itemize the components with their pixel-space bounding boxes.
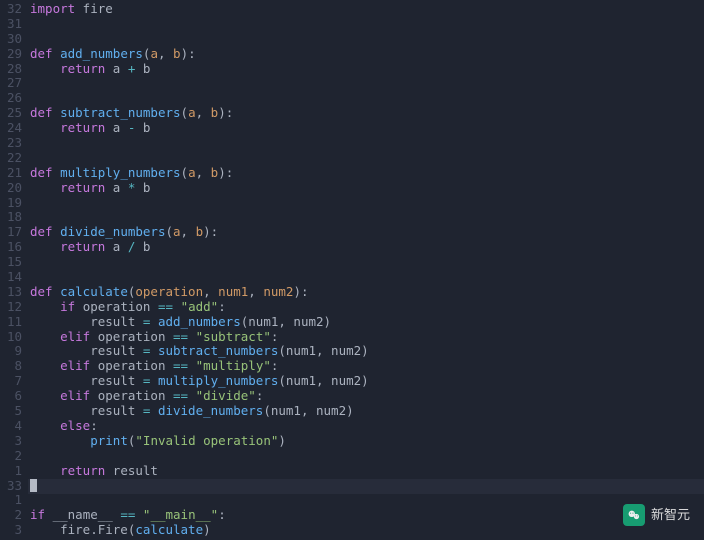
code-line[interactable] [30,210,704,225]
line-number: 19 [0,196,28,211]
watermark-label: 新智元 [651,508,690,523]
code-editor[interactable]: 3231302928272625242322212019181716151413… [0,0,704,540]
code-line[interactable]: return a * b [30,181,704,196]
code-line[interactable] [30,493,704,508]
code-line[interactable] [30,76,704,91]
code-line[interactable] [30,17,704,32]
code-line[interactable]: def calculate(operation, num1, num2): [30,285,704,300]
line-number: 6 [0,389,28,404]
line-number: 1 [0,493,28,508]
line-number: 23 [0,136,28,151]
line-number: 29 [0,47,28,62]
code-line[interactable] [30,270,704,285]
code-line[interactable]: def add_numbers(a, b): [30,47,704,62]
code-line[interactable] [30,255,704,270]
code-line[interactable]: return a / b [30,240,704,255]
line-number: 15 [0,255,28,270]
line-number: 3 [0,434,28,449]
code-line[interactable] [30,151,704,166]
line-number: 26 [0,91,28,106]
code-line[interactable]: fire.Fire(calculate) [30,523,704,538]
code-line[interactable]: if operation == "add": [30,300,704,315]
code-line[interactable]: result = divide_numbers(num1, num2) [30,404,704,419]
line-number: 8 [0,359,28,374]
line-number: 27 [0,76,28,91]
code-line[interactable] [30,32,704,47]
code-line[interactable]: return a - b [30,121,704,136]
line-number: 30 [0,32,28,47]
code-line[interactable]: return a + b [30,62,704,77]
line-number: 5 [0,404,28,419]
code-line[interactable]: else: [30,419,704,434]
watermark: 新智元 [623,504,690,526]
code-line[interactable]: result = add_numbers(num1, num2) [30,315,704,330]
line-number: 2 [0,508,28,523]
line-number: 4 [0,419,28,434]
code-line[interactable]: elif operation == "subtract": [30,330,704,345]
code-line[interactable]: elif operation == "divide": [30,389,704,404]
code-line[interactable]: result = multiply_numbers(num1, num2) [30,374,704,389]
line-number: 2 [0,449,28,464]
line-number: 33 [0,479,28,494]
line-number: 16 [0,240,28,255]
line-number: 3 [0,523,28,538]
line-number: 21 [0,166,28,181]
line-number: 1 [0,464,28,479]
code-line[interactable] [30,196,704,211]
code-line[interactable]: result = subtract_numbers(num1, num2) [30,344,704,359]
code-line[interactable]: def divide_numbers(a, b): [30,225,704,240]
code-area[interactable]: import fire def add_numbers(a, b): return… [28,0,704,540]
line-number: 14 [0,270,28,285]
code-line[interactable]: def multiply_numbers(a, b): [30,166,704,181]
line-number: 31 [0,17,28,32]
line-number: 20 [0,181,28,196]
wechat-icon [623,504,645,526]
line-number-gutter: 3231302928272625242322212019181716151413… [0,0,28,540]
code-line[interactable]: def subtract_numbers(a, b): [30,106,704,121]
line-number: 18 [0,210,28,225]
line-number: 25 [0,106,28,121]
line-number: 17 [0,225,28,240]
line-number: 12 [0,300,28,315]
line-number: 7 [0,374,28,389]
line-number: 24 [0,121,28,136]
line-number: 11 [0,315,28,330]
code-line[interactable]: import fire [30,2,704,17]
code-line[interactable] [30,136,704,151]
line-number: 13 [0,285,28,300]
line-number: 32 [0,2,28,17]
code-line[interactable]: print("Invalid operation") [30,434,704,449]
code-line[interactable]: if __name__ == "__main__": [30,508,704,523]
line-number: 9 [0,344,28,359]
line-number: 22 [0,151,28,166]
line-number: 28 [0,62,28,77]
code-line[interactable] [30,91,704,106]
code-line[interactable]: return result [30,464,704,479]
line-number: 10 [0,330,28,345]
code-line[interactable] [30,449,704,464]
code-line[interactable]: elif operation == "multiply": [30,359,704,374]
